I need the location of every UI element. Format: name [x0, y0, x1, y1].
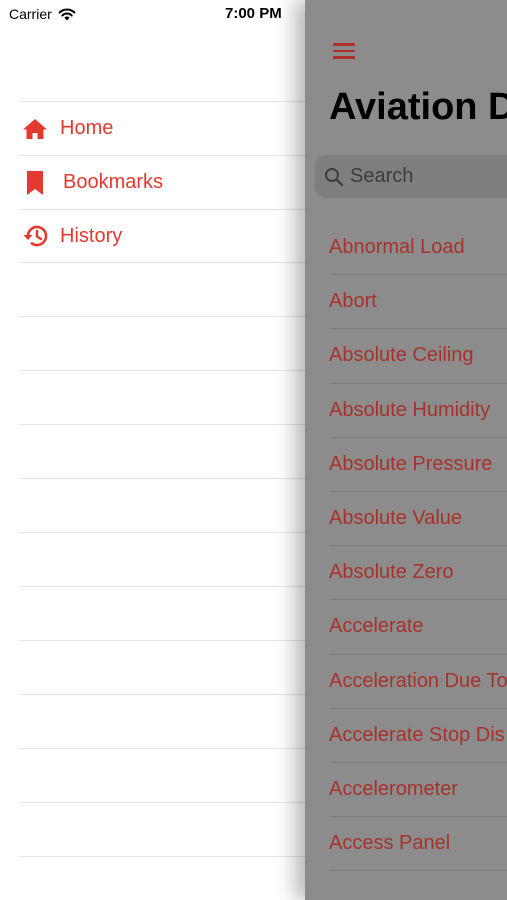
- page-title: Aviation D: [329, 86, 507, 128]
- list-item[interactable]: Accelerometer: [329, 763, 507, 818]
- menu-empty-row: [20, 371, 310, 425]
- carrier-label: Carrier: [9, 6, 52, 22]
- term-label: Abort: [329, 290, 377, 313]
- menu-empty-row: [20, 533, 310, 587]
- list-item[interactable]: Accelerate Stop Dis: [329, 709, 507, 763]
- list-item[interactable]: Absolute Zero: [329, 546, 507, 601]
- list-item[interactable]: Acceleration Due To: [329, 655, 507, 709]
- term-label: Absolute Value: [329, 507, 463, 530]
- term-label: Access Panel: [329, 832, 451, 855]
- home-icon: [22, 116, 52, 142]
- menu-empty-row: [20, 695, 310, 749]
- term-label: Absolute Ceiling: [329, 344, 474, 367]
- list-item[interactable]: Abort: [329, 275, 507, 330]
- status-time: 7:00 PM: [225, 5, 282, 22]
- menu-item-label: Bookmarks: [63, 171, 164, 193]
- list-item[interactable]: Absolute Ceiling: [329, 329, 507, 384]
- menu-empty-row: [20, 479, 310, 533]
- term-label: Absolute Humidity: [329, 398, 491, 421]
- menu-empty-row: [20, 641, 310, 695]
- term-label: Accelerate: [329, 615, 424, 638]
- list-item[interactable]: Abnormal Load: [329, 221, 507, 276]
- term-label: Accelerate Stop Dis: [329, 723, 505, 746]
- side-menu: Home Bookmarks History: [20, 101, 310, 857]
- menu-item-bookmarks[interactable]: Bookmarks: [20, 155, 310, 209]
- list-item[interactable]: Absolute Humidity: [329, 384, 507, 438]
- history-icon: [22, 223, 52, 249]
- term-label: Accelerometer: [329, 777, 458, 800]
- term-label: Acceleration Due To: [329, 669, 507, 692]
- search-icon: [325, 167, 344, 186]
- term-label: Absolute Pressure: [329, 452, 493, 475]
- list-item[interactable]: Absolute Value: [329, 492, 507, 547]
- hamburger-menu-icon[interactable]: [333, 43, 355, 61]
- list-item[interactable]: Accelerate: [329, 600, 507, 655]
- menu-empty-row: [20, 749, 310, 803]
- menu-empty-row: [20, 425, 310, 479]
- status-bar-left: Carrier: [9, 5, 76, 23]
- menu-item-history[interactable]: History: [20, 209, 310, 263]
- list-item[interactable]: Access Panel: [329, 817, 507, 872]
- term-label: Abnormal Load: [329, 236, 465, 259]
- menu-item-home[interactable]: Home: [20, 101, 310, 155]
- main-content-panel[interactable]: Aviation D Search Abnormal Load Abort Ab…: [305, 0, 507, 900]
- wifi-icon: [58, 8, 76, 21]
- menu-empty-row: [20, 317, 310, 371]
- menu-empty-row: [20, 587, 310, 641]
- search-field[interactable]: Search: [315, 155, 507, 198]
- search-placeholder: Search: [350, 165, 414, 187]
- menu-empty-row: [20, 803, 310, 857]
- bookmark-icon: [22, 170, 52, 196]
- menu-item-label: History: [60, 224, 123, 247]
- term-list: Abnormal Load Abort Absolute Ceiling Abs…: [329, 221, 507, 872]
- term-label: Absolute Zero: [329, 561, 454, 584]
- menu-empty-row: [20, 263, 310, 317]
- list-item[interactable]: Absolute Pressure: [329, 438, 507, 492]
- menu-item-label: Home: [60, 117, 114, 139]
